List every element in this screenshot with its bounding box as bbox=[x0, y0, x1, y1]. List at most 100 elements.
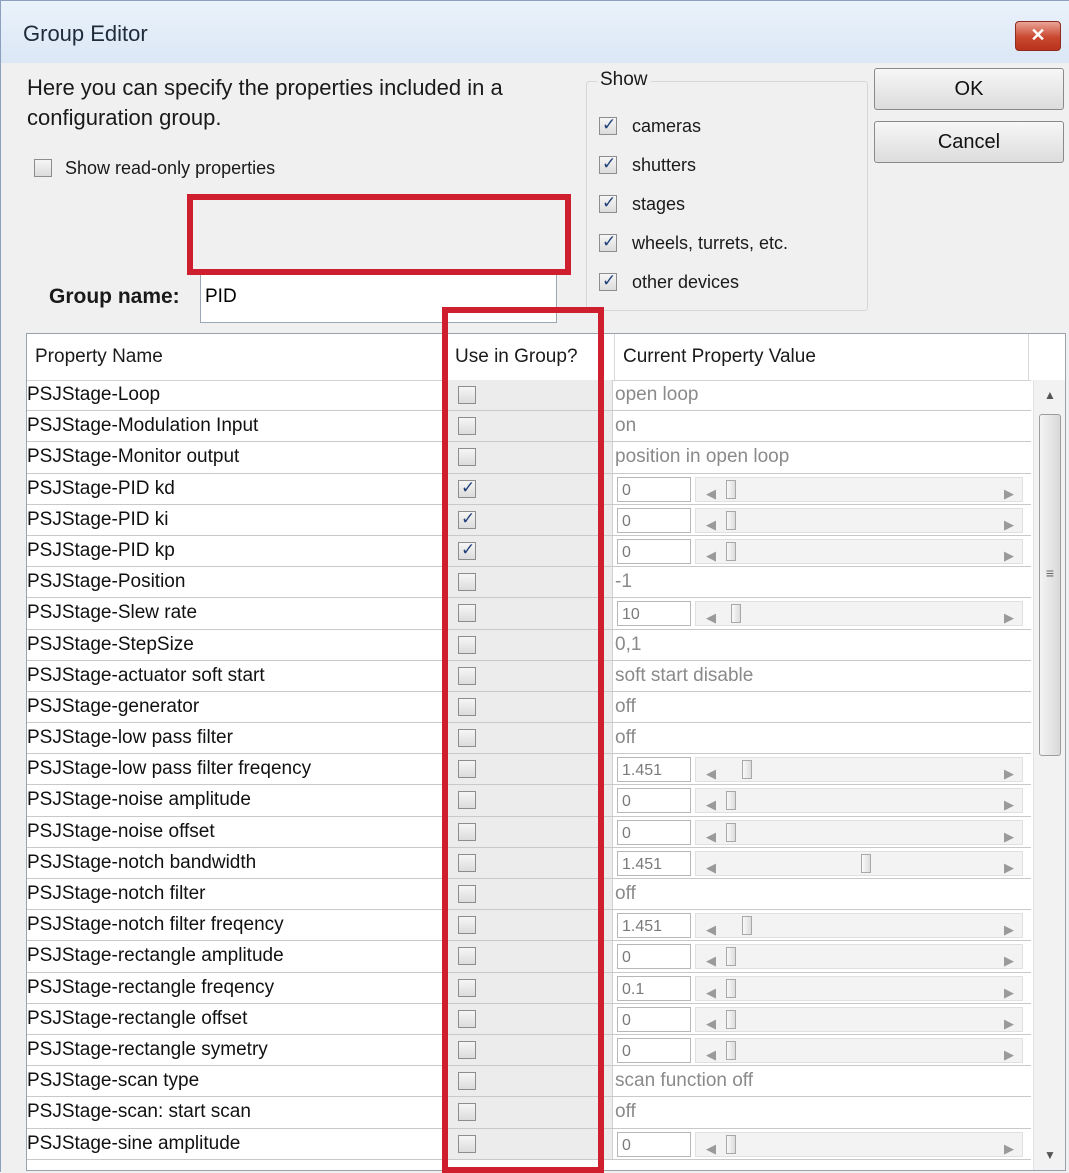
slider-thumb[interactable] bbox=[726, 510, 736, 530]
property-value[interactable]: 0 ◀ ▶ bbox=[615, 505, 1031, 535]
slider-right-arrow-icon[interactable]: ▶ bbox=[1004, 946, 1014, 971]
value-slider[interactable]: ◀ ▶ bbox=[695, 507, 1023, 535]
property-value[interactable]: 0 ◀ ▶ bbox=[615, 785, 1031, 815]
slider-right-arrow-icon[interactable]: ▶ bbox=[1004, 603, 1014, 628]
slider-left-arrow-icon[interactable]: ◀ bbox=[706, 1040, 716, 1065]
slider-left-arrow-icon[interactable]: ◀ bbox=[706, 541, 716, 566]
scroll-thumb[interactable]: ≡ bbox=[1039, 414, 1061, 756]
slider-thumb[interactable] bbox=[731, 604, 742, 624]
property-value[interactable]: 0 ◀ ▶ bbox=[615, 1129, 1031, 1159]
value-slider[interactable]: ◀ ▶ bbox=[695, 1006, 1023, 1034]
value-slider[interactable]: ◀ ▶ bbox=[695, 913, 1023, 940]
slider-left-arrow-icon[interactable]: ◀ bbox=[706, 946, 716, 971]
slider-thumb[interactable] bbox=[861, 853, 871, 873]
slider-right-arrow-icon[interactable]: ▶ bbox=[1004, 510, 1014, 535]
property-value[interactable]: on bbox=[615, 411, 1031, 441]
property-value[interactable]: 0 ◀ ▶ bbox=[615, 817, 1031, 847]
slider-right-arrow-icon[interactable]: ▶ bbox=[1004, 915, 1014, 940]
close-button[interactable]: ✕ bbox=[1015, 21, 1061, 51]
slider-right-arrow-icon[interactable]: ▶ bbox=[1004, 1009, 1014, 1034]
value-slider[interactable]: ◀ ▶ bbox=[695, 1037, 1023, 1065]
value-slider[interactable]: ◀ ▶ bbox=[695, 1131, 1023, 1159]
slider-left-arrow-icon[interactable]: ◀ bbox=[706, 1134, 716, 1159]
slider-right-arrow-icon[interactable]: ▶ bbox=[1004, 1134, 1014, 1159]
slider-thumb[interactable] bbox=[726, 791, 736, 811]
show-checkbox[interactable] bbox=[599, 115, 617, 135]
property-value[interactable]: 10 ◀ ▶ bbox=[615, 598, 1031, 628]
value-slider[interactable]: ◀ ▶ bbox=[695, 538, 1023, 566]
slider-thumb[interactable] bbox=[726, 978, 736, 998]
property-value[interactable]: 1.451 ◀ ▶ bbox=[615, 910, 1031, 940]
slider-value-field[interactable]: 0 bbox=[617, 538, 691, 564]
property-value[interactable]: 1.451 ◀ ▶ bbox=[615, 754, 1031, 784]
slider-value-field[interactable]: 0 bbox=[617, 507, 691, 533]
cancel-button[interactable]: Cancel bbox=[874, 121, 1064, 163]
property-value[interactable]: soft start disable bbox=[615, 661, 1031, 691]
property-value[interactable]: 0.1 ◀ ▶ bbox=[615, 973, 1031, 1003]
slider-value-field[interactable]: 1.451 bbox=[617, 850, 691, 876]
slider-right-arrow-icon[interactable]: ▶ bbox=[1004, 822, 1014, 847]
slider-right-arrow-icon[interactable]: ▶ bbox=[1004, 479, 1014, 504]
slider-value-field[interactable]: 10 bbox=[617, 601, 691, 627]
property-value[interactable]: 0 ◀ ▶ bbox=[615, 1035, 1031, 1065]
slider-right-arrow-icon[interactable]: ▶ bbox=[1004, 759, 1014, 784]
property-value[interactable]: open loop bbox=[615, 380, 1031, 410]
slider-left-arrow-icon[interactable]: ◀ bbox=[706, 915, 716, 940]
show-checkbox[interactable] bbox=[599, 193, 617, 213]
property-value[interactable]: scan function off bbox=[615, 1066, 1031, 1096]
slider-value-field[interactable]: 0 bbox=[617, 476, 691, 502]
slider-thumb[interactable] bbox=[726, 1134, 736, 1154]
slider-value-field[interactable]: 0 bbox=[617, 1131, 691, 1157]
scroll-down-icon[interactable]: ▼ bbox=[1034, 1140, 1065, 1170]
slider-thumb[interactable] bbox=[726, 947, 736, 967]
property-value[interactable]: -1 bbox=[615, 567, 1031, 597]
slider-thumb[interactable] bbox=[742, 916, 753, 936]
property-value[interactable]: 0 ◀ ▶ bbox=[615, 1004, 1031, 1034]
value-slider[interactable]: ◀ ▶ bbox=[695, 476, 1023, 504]
slider-thumb[interactable] bbox=[742, 760, 753, 780]
show-readonly-checkbox[interactable] bbox=[34, 159, 52, 177]
property-value[interactable]: 1.451 ◀ ▶ bbox=[615, 848, 1031, 878]
slider-left-arrow-icon[interactable]: ◀ bbox=[706, 510, 716, 535]
property-value[interactable]: off bbox=[615, 1097, 1031, 1127]
slider-right-arrow-icon[interactable]: ▶ bbox=[1004, 978, 1014, 1003]
property-value[interactable]: off bbox=[615, 879, 1031, 909]
slider-left-arrow-icon[interactable]: ◀ bbox=[706, 603, 716, 628]
value-slider[interactable]: ◀ ▶ bbox=[695, 757, 1023, 784]
slider-value-field[interactable]: 0 bbox=[617, 788, 691, 814]
slider-value-field[interactable]: 1.451 bbox=[617, 913, 691, 939]
scroll-up-icon[interactable]: ▲ bbox=[1034, 380, 1065, 410]
header-current-value[interactable]: Current Property Value bbox=[615, 334, 1029, 380]
value-slider[interactable]: ◀ ▶ bbox=[695, 975, 1023, 1003]
show-checkbox[interactable] bbox=[599, 154, 617, 174]
property-value[interactable]: 0 ◀ ▶ bbox=[615, 941, 1031, 971]
slider-left-arrow-icon[interactable]: ◀ bbox=[706, 1009, 716, 1034]
slider-right-arrow-icon[interactable]: ▶ bbox=[1004, 790, 1014, 815]
property-value[interactable]: 0 ◀ ▶ bbox=[615, 536, 1031, 566]
slider-right-arrow-icon[interactable]: ▶ bbox=[1004, 541, 1014, 566]
slider-left-arrow-icon[interactable]: ◀ bbox=[706, 790, 716, 815]
slider-value-field[interactable]: 0 bbox=[617, 1037, 691, 1063]
property-value[interactable]: off bbox=[615, 723, 1031, 753]
slider-left-arrow-icon[interactable]: ◀ bbox=[706, 479, 716, 504]
title-bar[interactable]: Group Editor ✕ bbox=[1, 1, 1069, 63]
property-value[interactable]: 0,1 bbox=[615, 630, 1031, 660]
header-property-name[interactable]: Property Name bbox=[27, 334, 447, 380]
slider-thumb[interactable] bbox=[726, 541, 736, 561]
slider-value-field[interactable]: 1.451 bbox=[617, 757, 691, 783]
slider-left-arrow-icon[interactable]: ◀ bbox=[706, 853, 716, 878]
slider-value-field[interactable]: 0 bbox=[617, 944, 691, 970]
slider-value-field[interactable]: 0 bbox=[617, 1006, 691, 1032]
slider-value-field[interactable]: 0 bbox=[617, 819, 691, 845]
slider-left-arrow-icon[interactable]: ◀ bbox=[706, 978, 716, 1003]
show-checkbox[interactable] bbox=[599, 232, 617, 252]
slider-right-arrow-icon[interactable]: ▶ bbox=[1004, 853, 1014, 878]
ok-button[interactable]: OK bbox=[874, 68, 1064, 110]
slider-left-arrow-icon[interactable]: ◀ bbox=[706, 822, 716, 847]
slider-value-field[interactable]: 0.1 bbox=[617, 975, 691, 1001]
value-slider[interactable]: ◀ ▶ bbox=[695, 944, 1023, 971]
slider-thumb[interactable] bbox=[726, 479, 736, 499]
value-slider[interactable]: ◀ ▶ bbox=[695, 601, 1023, 628]
slider-thumb[interactable] bbox=[726, 1040, 736, 1060]
property-value[interactable]: 0 ◀ ▶ bbox=[615, 474, 1031, 504]
